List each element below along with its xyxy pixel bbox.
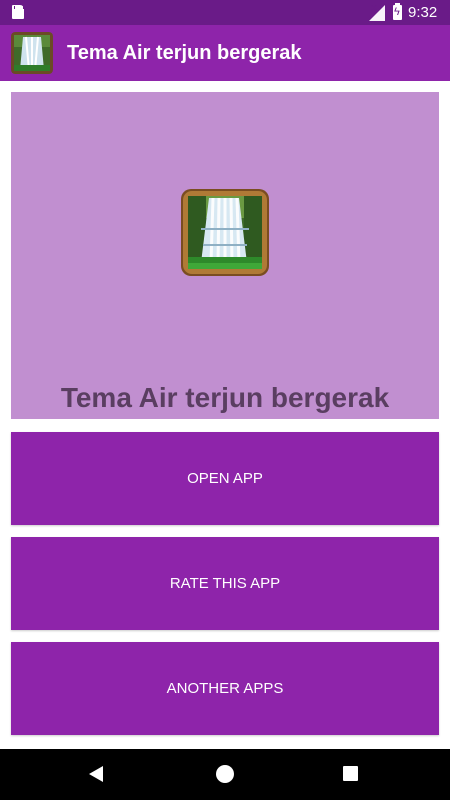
open-app-button[interactable]: OPEN APP <box>11 432 439 525</box>
app-title: Tema Air terjun bergerak <box>67 42 302 64</box>
rate-app-button[interactable]: RATE THIS APP <box>11 537 439 630</box>
recents-icon[interactable] <box>343 766 358 781</box>
status-bar: ✕ ϟ 9:32 <box>0 0 450 25</box>
navigation-bar <box>0 749 450 800</box>
status-time: 9:32 <box>408 4 438 21</box>
hero-title: Tema Air terjun bergerak <box>60 382 390 413</box>
back-icon[interactable] <box>89 766 103 782</box>
home-icon[interactable] <box>216 765 234 783</box>
signal-x-icon: ✕ <box>370 3 378 13</box>
battery-charging-icon: ϟ <box>393 3 402 20</box>
app-bar: Tema Air terjun bergerak <box>0 25 450 81</box>
hero-card: Tema Air terjun bergerak <box>11 92 439 419</box>
sd-card-icon <box>12 5 24 19</box>
another-apps-button[interactable]: ANOTHER APPS <box>11 642 439 735</box>
waterfall-app-icon <box>11 32 53 74</box>
waterfall-app-icon <box>181 189 269 276</box>
